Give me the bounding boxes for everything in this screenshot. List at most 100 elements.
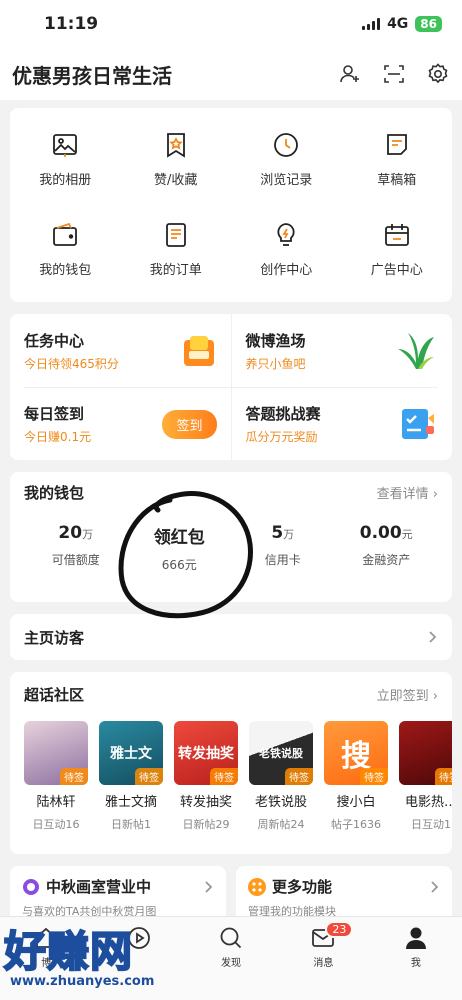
orders-icon [165,222,186,247]
tab-discover[interactable]: 发现 [185,925,277,1000]
topic-name: 电影热… [404,795,452,810]
status-right: 4G 86 [362,16,442,32]
card-top: 更多功能 [248,876,440,897]
wallet-items: 20万 可借额度 领红包 666元 5万 信用卡 0.00元 金融资产 [24,523,438,573]
quiz-title: 答题挑战赛 [245,405,321,423]
super-topic-card: 超话社区 立即签到 › 待签 陆林轩 日互动16 雅士文 待签 雅士文摘 日新帖1… [10,672,452,854]
wallet-value-number: 0.00 [359,523,402,543]
topic-name: 陆林轩 [36,795,76,810]
quiz-text: 答题挑战赛 瓜分万元奖励 [246,403,321,445]
home-icon [36,927,57,948]
seaweed-icon [398,332,434,369]
grid-item-favorites[interactable]: 赞/收藏 [121,114,232,204]
status-time: 11:19 [44,14,99,34]
tab-video[interactable] [92,925,184,1000]
grid-item-ad-center[interactable]: 广告中心 [342,204,453,294]
wallet-value: 0.00元 [335,523,439,543]
homepage-visitors[interactable]: 主页访客 [10,614,452,660]
profile-header: 优惠男孩日常生活 [0,48,462,100]
grid-item-label: 我的相册 [39,172,92,188]
bottom-tab-bar: 博 发现 23 消息 我 [0,916,462,1000]
discover-icon [220,927,242,949]
status-bar: 11:19 4G 86 [0,0,462,48]
grid-item-orders[interactable]: 我的订单 [121,204,232,294]
topic-item[interactable]: 老铁说股 待签 老铁说股 周新帖24 [249,721,313,832]
wallet-value-unit: 万 [82,528,94,541]
video-icon [127,927,150,949]
topic-overlay: 转发抽奖 [178,746,234,762]
wallet-item-red-packet[interactable]: 领红包 666元 [128,523,232,573]
tab-messages[interactable]: 23 消息 [277,921,369,1000]
card-top: 中秋画室营业中 [22,876,214,897]
scan-icon[interactable] [382,62,406,86]
grid-item-label: 创作中心 [260,262,313,278]
chevron-right-icon [429,631,437,643]
checkin-text: 每日签到 今日赚0.1元 [24,403,91,445]
grid-item-history[interactable]: 浏览记录 [231,114,342,204]
topic-cover: 搜待签 [324,721,388,785]
pending-tag: 待签 [210,768,238,785]
checkin-now-link[interactable]: 立即签到 › [377,685,438,704]
grid-item-label: 赞/收藏 [154,172,198,188]
tab-me[interactable]: 我 [370,925,462,1000]
task-row: 任务中心 今日待领465积分 微博渔场 养只小鱼吧 [24,314,438,387]
grid-item-photo-album[interactable]: 我的相册 [10,114,121,204]
topic-stat: 日互动1 [411,818,451,831]
wallet-item-loan[interactable]: 20万 可借额度 [24,523,128,573]
pending-tag: 待签 [360,768,388,785]
task-center[interactable]: 任务中心 今日待领465积分 [24,314,232,387]
wallet-item-assets[interactable]: 0.00元 金融资产 [335,523,439,573]
topic-item[interactable]: 搜待签 搜小白 帖子1636 [324,721,388,832]
wallet-value-unit: 元 [401,528,413,541]
settings-icon[interactable] [426,62,450,86]
grid-item-creator[interactable]: 创作中心 [231,204,342,294]
wallet-item-label: 可借额度 [51,553,100,567]
topic-stat: 帖子1636 [331,818,381,831]
wallet-item-credit-card[interactable]: 5万 信用卡 [231,523,335,573]
topic-item[interactable]: 待签 电影热… 日互动1 [399,721,452,832]
tasks-card: 任务中心 今日待领465积分 微博渔场 养只小鱼吧 每日签到 今日赚0.1元 签… [10,314,452,460]
card-title-text: 更多功能 [272,878,333,896]
topic-name: 转发抽奖 [179,795,232,810]
card-title-text: 中秋画室营业中 [46,878,152,896]
topic-cover: 雅士文 待签 [99,721,163,785]
super-topic-header: 超话社区 立即签到 › [24,684,438,705]
task-center-sub: 今日待领465积分 [24,356,119,371]
tab-home[interactable]: 博 [0,925,92,1000]
topic-name: 老铁说股 [254,795,307,810]
wallet-more-label: 查看详情 [376,487,429,502]
fishing-sub: 养只小鱼吧 [245,356,306,371]
wallet-more-link[interactable]: 查看详情 › [377,483,438,502]
topic-stat: 周新帖24 [257,818,305,831]
task-center-text: 任务中心 今日待领465积分 [24,330,119,372]
topic-stat: 日互动16 [32,818,80,831]
daily-checkin[interactable]: 每日签到 今日赚0.1元 签到 [24,388,232,460]
grid-item-wallet[interactable]: 我的钱包 [10,204,121,294]
header-actions [338,62,450,86]
favorite-icon [166,132,185,158]
topic-item[interactable]: 待签 陆林轩 日互动16 [24,721,88,832]
fishing-text: 微博渔场 养只小鱼吧 [246,330,306,372]
grid-item-label: 广告中心 [370,262,423,278]
add-friend-icon[interactable] [338,62,362,86]
grid-item-label: 我的钱包 [39,262,92,278]
topic-cover: 待签 [24,721,88,785]
grid-item-label: 我的订单 [149,262,202,278]
history-icon [274,132,299,157]
topic-item[interactable]: 转发抽奖 待签 转发抽奖 日新帖29 [174,721,238,832]
wallet-item-label: 666元 [161,558,197,572]
wallet-card: 我的钱包 查看详情 › 20万 可借额度 领红包 666元 5万 信用卡 0.0… [10,472,452,619]
tab-label: 消息 [313,958,334,969]
quiz-challenge[interactable]: 答题挑战赛 瓜分万元奖励 [232,388,439,460]
creator-icon [277,222,295,246]
wallet-value-number: 20 [58,523,83,543]
tab-label: 发现 [221,958,242,969]
pending-tag: 待签 [135,768,163,785]
grid-item-label: 草稿箱 [377,172,417,188]
task-row: 每日签到 今日赚0.1元 签到 答题挑战赛 瓜分万元奖励 [24,387,438,460]
wallet-value: 5万 [231,523,335,543]
grid-item-drafts[interactable]: 草稿箱 [342,114,453,204]
fishing-game[interactable]: 微博渔场 养只小鱼吧 [232,314,439,387]
checkin-button[interactable]: 签到 [162,409,217,439]
topic-item[interactable]: 雅士文 待签 雅士文摘 日新帖1 [99,721,163,832]
